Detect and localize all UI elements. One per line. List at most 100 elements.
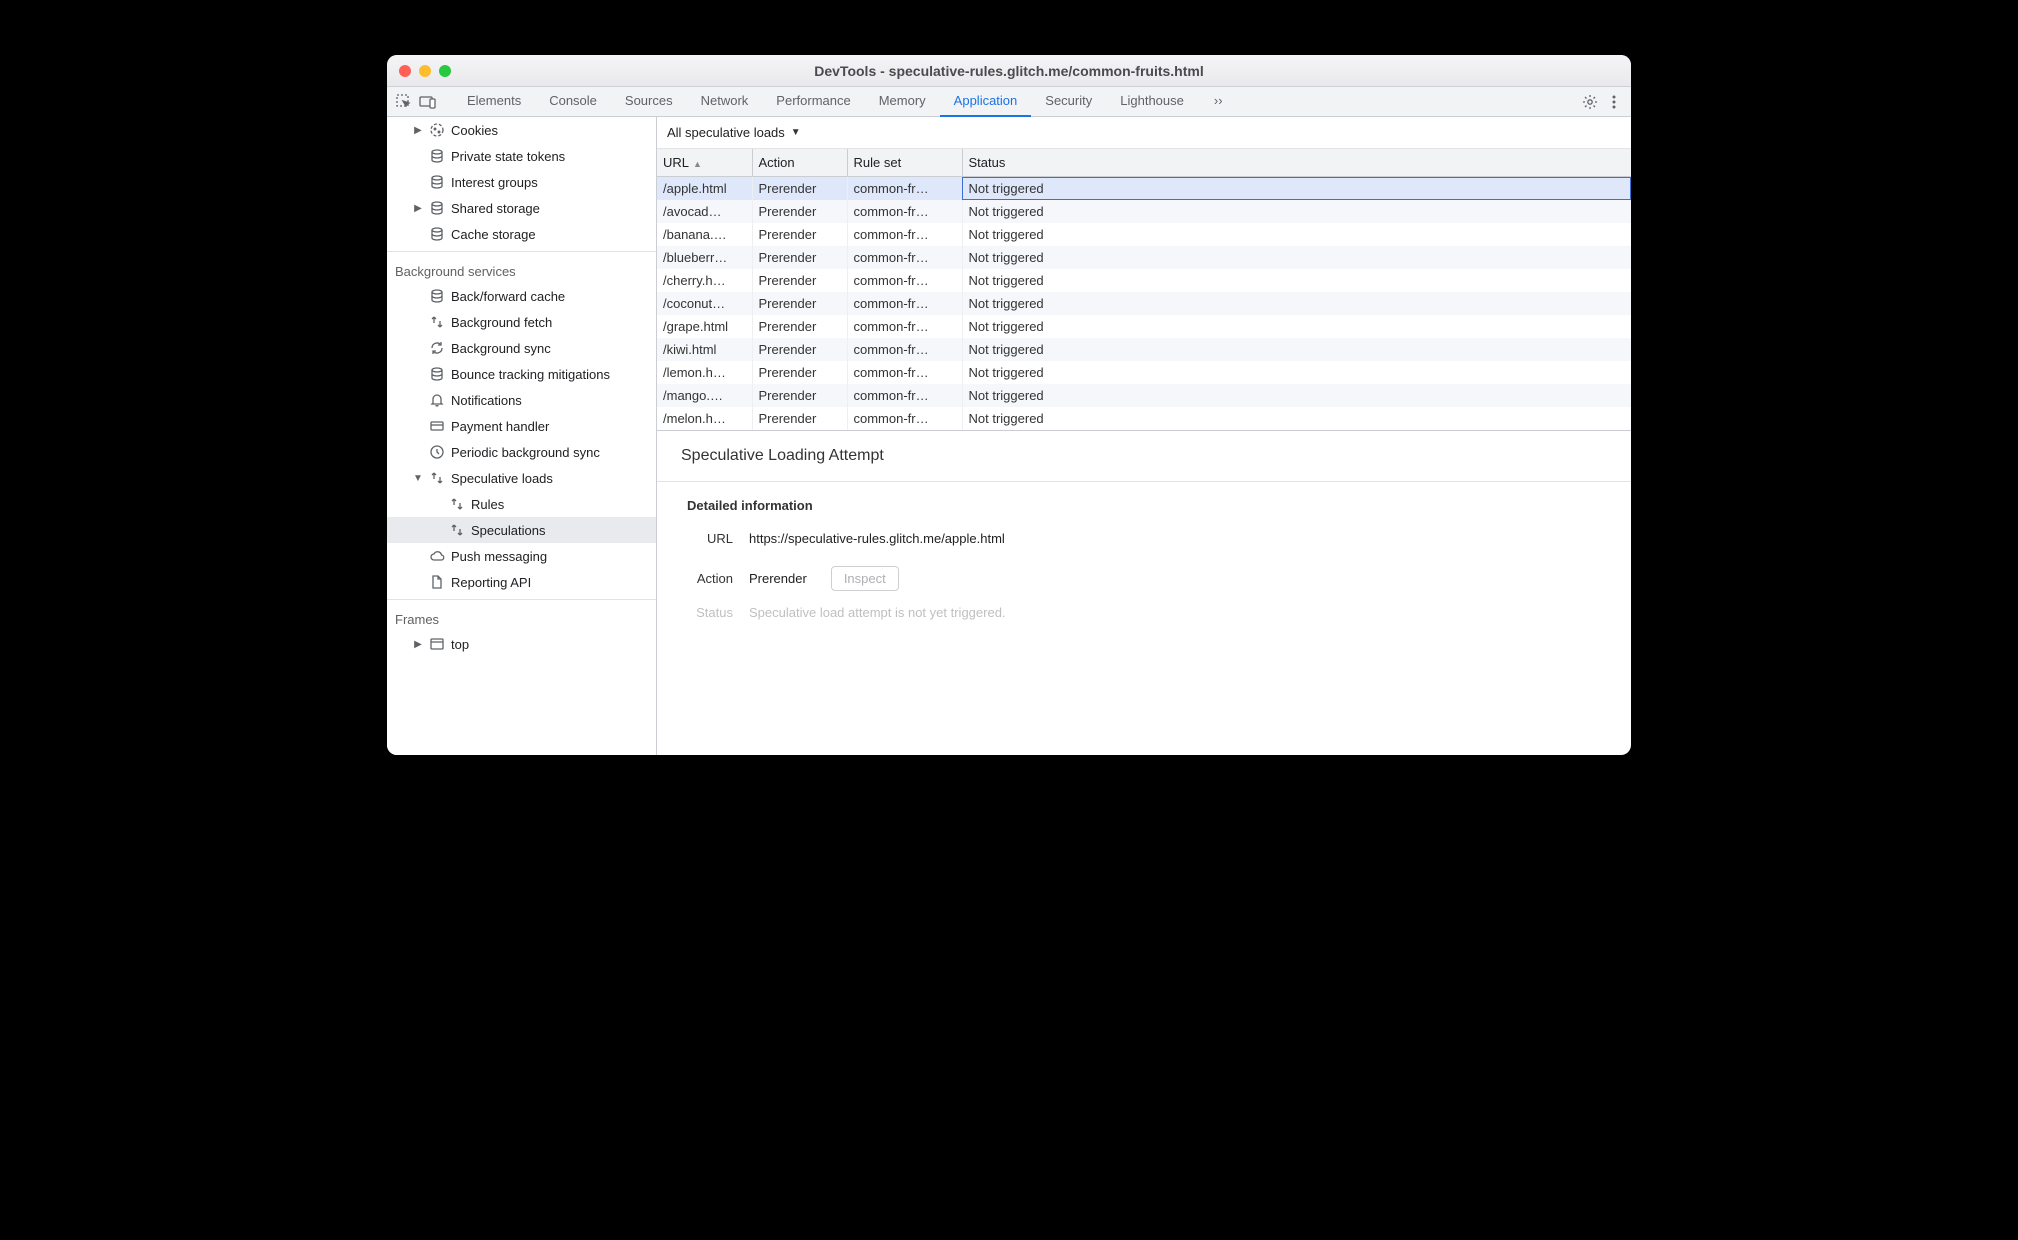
cell-action: Prerender xyxy=(752,269,847,292)
close-window-button[interactable] xyxy=(399,65,411,77)
db-icon xyxy=(429,226,445,242)
settings-icon[interactable] xyxy=(1579,91,1601,113)
table-row[interactable]: /blueberr…Prerendercommon-fr…Not trigger… xyxy=(657,246,1631,269)
db-icon xyxy=(429,366,445,382)
devtools-window: DevTools - speculative-rules.glitch.me/c… xyxy=(387,55,1631,755)
cell-ruleset: common-fr… xyxy=(847,315,962,338)
tab-security[interactable]: Security xyxy=(1031,87,1106,117)
cell-action: Prerender xyxy=(752,338,847,361)
inspect-element-icon[interactable] xyxy=(393,91,415,113)
minimize-window-button[interactable] xyxy=(419,65,431,77)
sidebar-item-push-messaging[interactable]: Push messaging xyxy=(387,543,656,569)
tab-lighthouse[interactable]: Lighthouse xyxy=(1106,87,1198,117)
updown-icon xyxy=(429,314,445,330)
cell-action: Prerender xyxy=(752,315,847,338)
cell-status: Not triggered xyxy=(962,246,1631,269)
cell-url: /kiwi.html xyxy=(657,338,752,361)
sidebar-item-payment-handler[interactable]: Payment handler xyxy=(387,413,656,439)
inspect-button[interactable]: Inspect xyxy=(831,566,899,591)
tab-console[interactable]: Console xyxy=(535,87,611,117)
sidebar-item-speculative-loads[interactable]: ▼Speculative loads xyxy=(387,465,656,491)
tab-elements[interactable]: Elements xyxy=(453,87,535,117)
cell-status: Not triggered xyxy=(962,315,1631,338)
detail-url-value: https://speculative-rules.glitch.me/appl… xyxy=(749,531,1005,546)
cell-status: Not triggered xyxy=(962,292,1631,315)
speculation-filter[interactable]: All speculative loads ▼ xyxy=(657,117,1631,149)
table-row[interactable]: /melon.h…Prerendercommon-fr…Not triggere… xyxy=(657,407,1631,430)
sidebar-item-top[interactable]: ▶top xyxy=(387,631,656,657)
cell-ruleset: common-fr… xyxy=(847,177,962,201)
sidebar-item-label: Cache storage xyxy=(451,227,536,242)
window-controls xyxy=(399,65,451,77)
cell-ruleset: common-fr… xyxy=(847,407,962,430)
sidebar-item-shared-storage[interactable]: ▶Shared storage xyxy=(387,195,656,221)
tab-performance[interactable]: Performance xyxy=(762,87,864,117)
tab-sources[interactable]: Sources xyxy=(611,87,687,117)
chevrons-right-icon: ›› xyxy=(1214,93,1223,108)
group-frames: Frames xyxy=(387,604,656,631)
sidebar-item-label: top xyxy=(451,637,469,652)
cell-url: /mango.… xyxy=(657,384,752,407)
db-icon xyxy=(429,288,445,304)
tab-application[interactable]: Application xyxy=(940,87,1032,117)
sort-ascending-icon: ▲ xyxy=(693,159,702,169)
sidebar-item-rules[interactable]: Rules xyxy=(387,491,656,517)
column-header-url[interactable]: URL▲ xyxy=(657,149,752,177)
sidebar-item-periodic-background-sync[interactable]: Periodic background sync xyxy=(387,439,656,465)
sidebar-item-cache-storage[interactable]: Cache storage xyxy=(387,221,656,247)
zoom-window-button[interactable] xyxy=(439,65,451,77)
clock-icon xyxy=(429,444,445,460)
detail-section-title: Detailed information xyxy=(657,482,1631,521)
detail-action-label: Action xyxy=(673,571,733,586)
detail-action-value: Prerender xyxy=(749,571,807,586)
table-row[interactable]: /cherry.h…Prerendercommon-fr…Not trigger… xyxy=(657,269,1631,292)
divider xyxy=(387,251,656,252)
cell-ruleset: common-fr… xyxy=(847,246,962,269)
sidebar-item-background-fetch[interactable]: Background fetch xyxy=(387,309,656,335)
cell-action: Prerender xyxy=(752,177,847,201)
cell-status: Not triggered xyxy=(962,407,1631,430)
sidebar-item-label: Rules xyxy=(471,497,504,512)
table-row[interactable]: /coconut…Prerendercommon-fr…Not triggere… xyxy=(657,292,1631,315)
cell-ruleset: common-fr… xyxy=(847,200,962,223)
sidebar-item-label: Background fetch xyxy=(451,315,552,330)
table-row[interactable]: /banana.…Prerendercommon-fr…Not triggere… xyxy=(657,223,1631,246)
cell-url: /banana.… xyxy=(657,223,752,246)
sidebar-item-speculations[interactable]: Speculations xyxy=(387,517,656,543)
main-tabbar: ElementsConsoleSourcesNetworkPerformance… xyxy=(387,87,1631,117)
cell-url: /coconut… xyxy=(657,292,752,315)
column-header-action[interactable]: Action xyxy=(752,149,847,177)
tabs-overflow-button[interactable]: ›› xyxy=(1200,87,1237,117)
sidebar-item-label: Speculations xyxy=(471,523,545,538)
sidebar-item-notifications[interactable]: Notifications xyxy=(387,387,656,413)
sidebar-item-back-forward-cache[interactable]: Back/forward cache xyxy=(387,283,656,309)
table-row[interactable]: /apple.htmlPrerendercommon-fr…Not trigge… xyxy=(657,177,1631,201)
sidebar-item-label: Periodic background sync xyxy=(451,445,600,460)
cell-status: Not triggered xyxy=(962,223,1631,246)
sidebar-item-private-state-tokens[interactable]: Private state tokens xyxy=(387,143,656,169)
sidebar-item-bounce-tracking-mitigations[interactable]: Bounce tracking mitigations xyxy=(387,361,656,387)
table-row[interactable]: /avocad…Prerendercommon-fr…Not triggered xyxy=(657,200,1631,223)
more-icon[interactable] xyxy=(1603,91,1625,113)
sidebar-item-background-sync[interactable]: Background sync xyxy=(387,335,656,361)
sidebar-item-reporting-api[interactable]: Reporting API xyxy=(387,569,656,595)
sidebar-item-label: Interest groups xyxy=(451,175,538,190)
caret-right-icon: ▶ xyxy=(413,125,423,136)
speculations-table: URL▲ActionRule setStatus /apple.htmlPrer… xyxy=(657,149,1631,431)
tab-network[interactable]: Network xyxy=(687,87,763,117)
db-icon xyxy=(429,200,445,216)
sidebar-item-cookies[interactable]: ▶Cookies xyxy=(387,117,656,143)
device-toolbar-icon[interactable] xyxy=(417,91,439,113)
cell-ruleset: common-fr… xyxy=(847,384,962,407)
table-row[interactable]: /mango.…Prerendercommon-fr…Not triggered xyxy=(657,384,1631,407)
column-header-status[interactable]: Status xyxy=(962,149,1631,177)
table-row[interactable]: /kiwi.htmlPrerendercommon-fr…Not trigger… xyxy=(657,338,1631,361)
table-row[interactable]: /grape.htmlPrerendercommon-fr…Not trigge… xyxy=(657,315,1631,338)
tab-memory[interactable]: Memory xyxy=(865,87,940,117)
column-header-rule-set[interactable]: Rule set xyxy=(847,149,962,177)
caret-down-icon: ▼ xyxy=(413,473,423,484)
table-row[interactable]: /lemon.h…Prerendercommon-fr…Not triggere… xyxy=(657,361,1631,384)
sidebar-item-label: Payment handler xyxy=(451,419,549,434)
sidebar-item-interest-groups[interactable]: Interest groups xyxy=(387,169,656,195)
sidebar-item-label: Bounce tracking mitigations xyxy=(451,367,610,382)
